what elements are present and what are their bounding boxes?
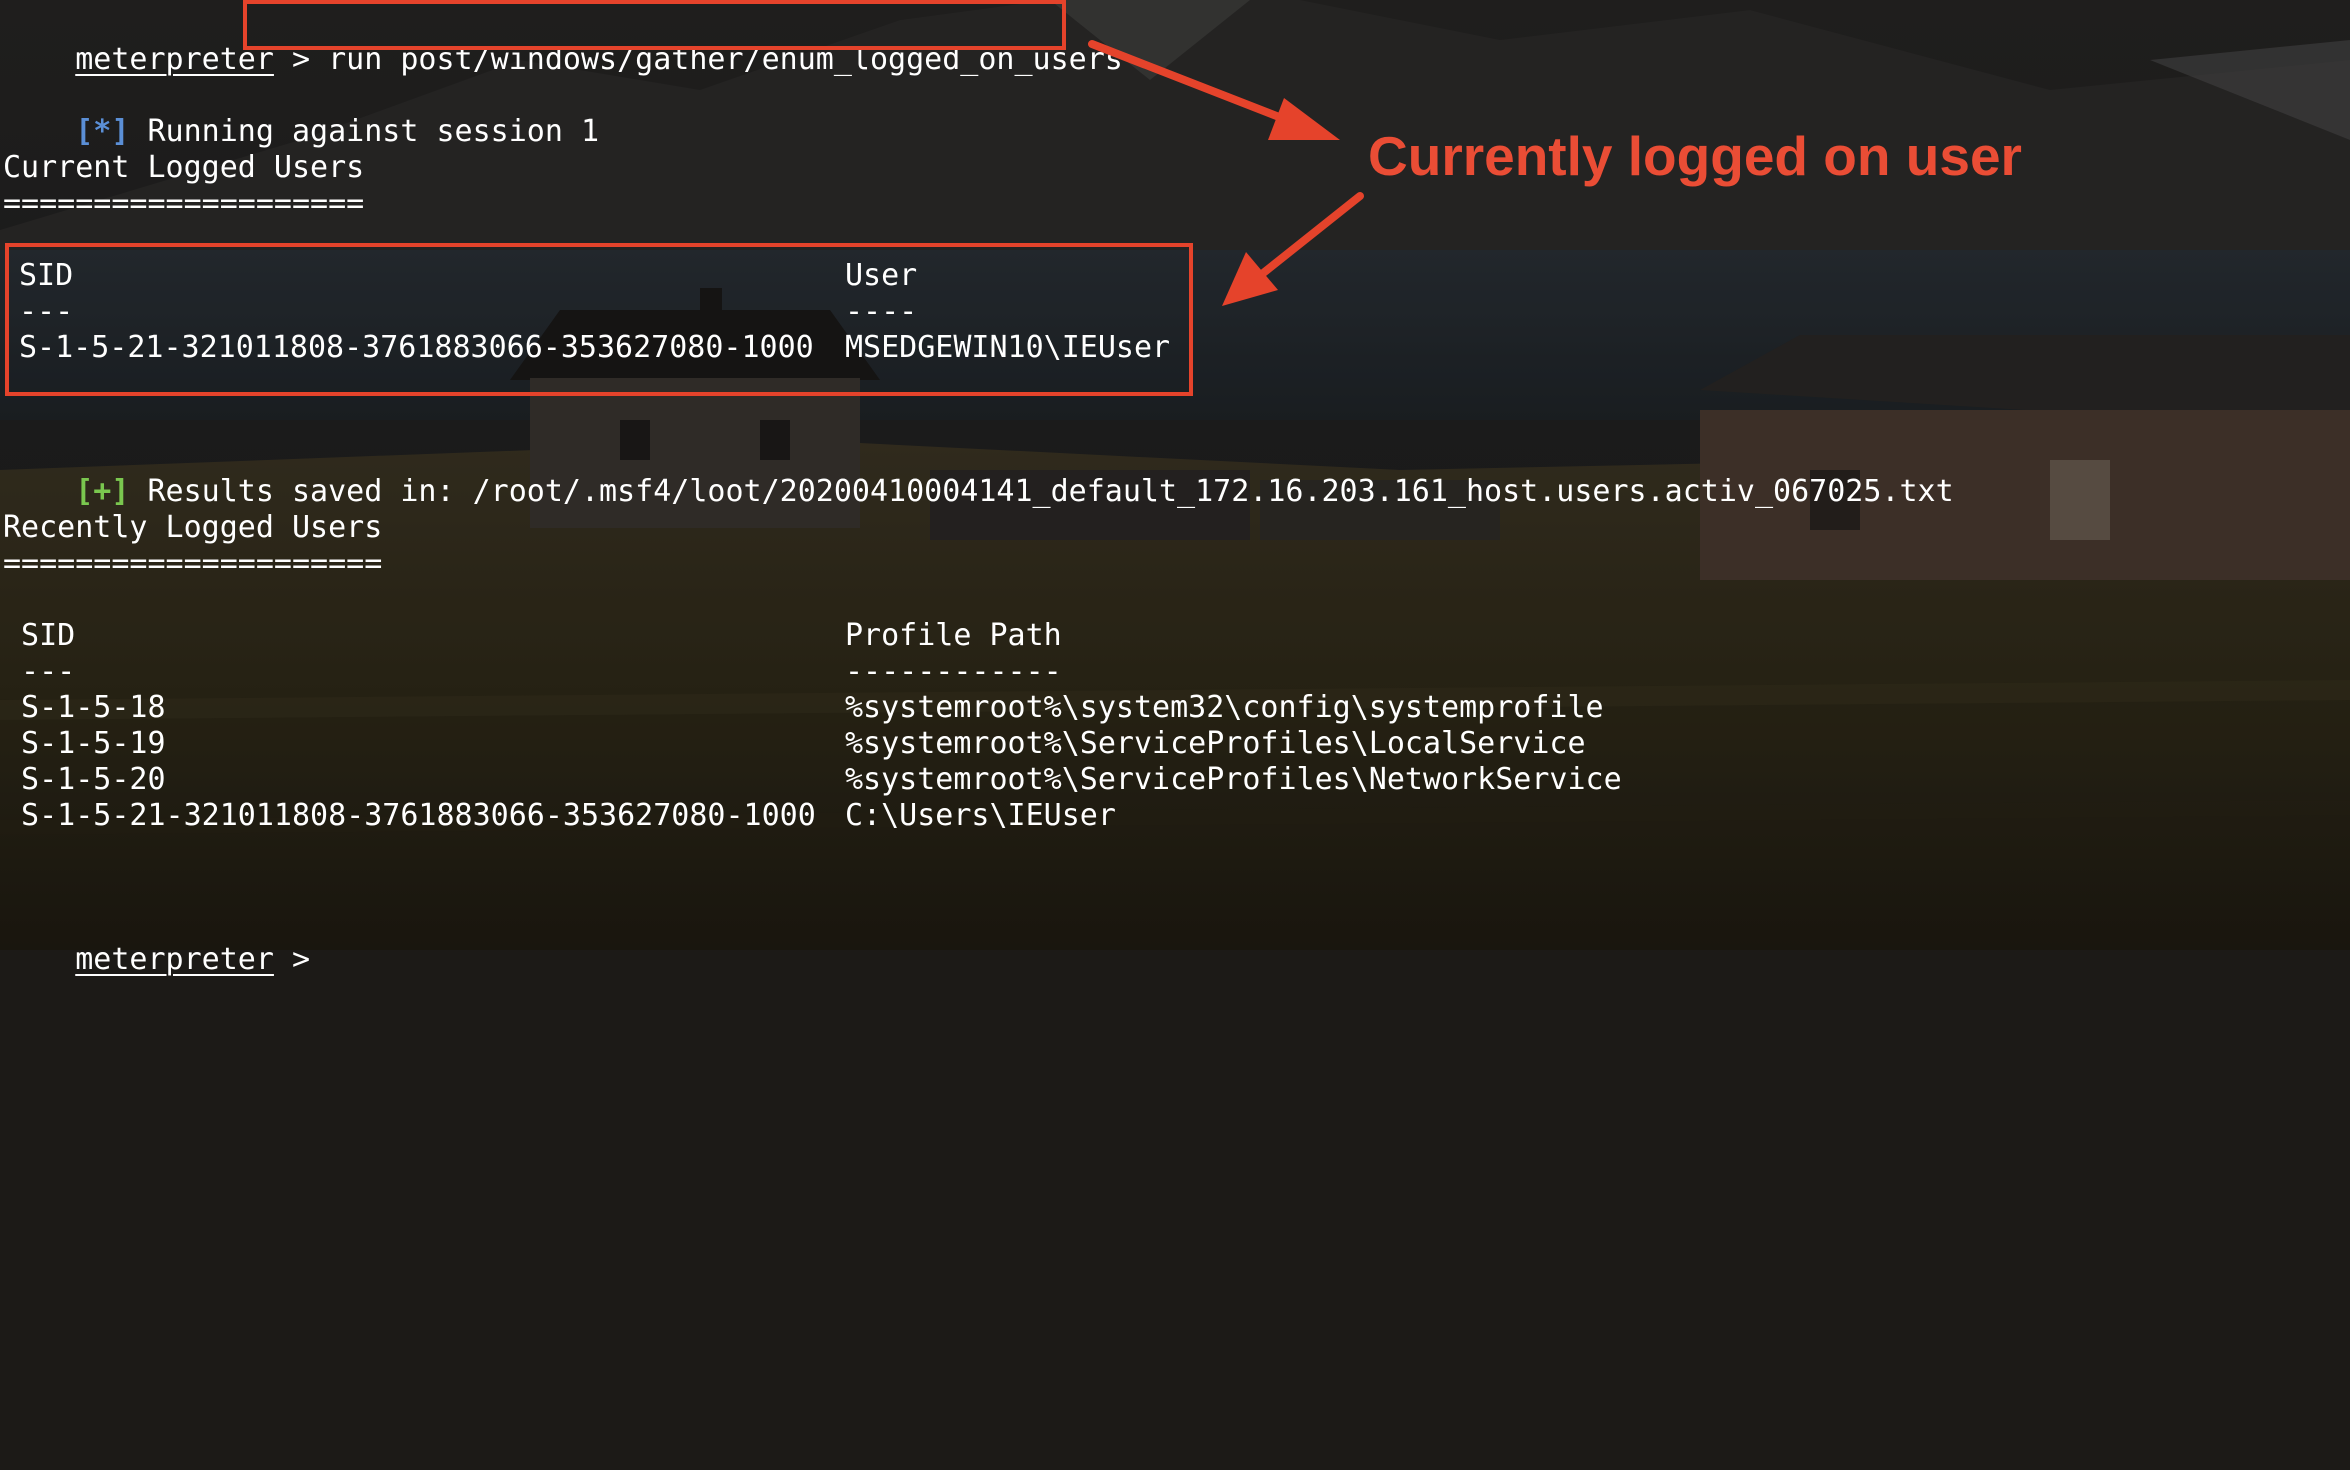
recent-row-sid: S-1-5-19 bbox=[3, 726, 166, 761]
current-section-underline: ==================== bbox=[3, 186, 365, 221]
recent-row-path: C:\Users\IEUser bbox=[845, 798, 1116, 833]
current-users-highlight-box bbox=[5, 243, 1193, 396]
prompt-name: meterpreter bbox=[75, 942, 274, 977]
recent-header-path: Profile Path bbox=[845, 618, 1062, 653]
recent-divider-sid: --- bbox=[3, 654, 76, 689]
status-saved-line: [+] Results saved in: /root/.msf4/loot/2… bbox=[3, 438, 1953, 509]
status-running-line: [*] Running against session 1 bbox=[3, 78, 599, 149]
final-prompt-line[interactable]: meterpreter > bbox=[3, 906, 310, 977]
recent-row-path: %systemroot%\system32\config\systemprofi… bbox=[845, 690, 1604, 725]
recent-divider-path: ------------ bbox=[845, 654, 1062, 689]
annotation-label: Currently logged on user bbox=[1368, 125, 2022, 187]
recent-row-sid: S-1-5-20 bbox=[3, 762, 166, 797]
current-section-title: Current Logged Users bbox=[3, 150, 365, 185]
command-highlight-box bbox=[243, 0, 1066, 50]
recent-section-title: Recently Logged Users bbox=[3, 510, 383, 545]
success-tag: [+] bbox=[75, 474, 130, 509]
prompt-symbol: > bbox=[292, 942, 311, 977]
recent-row-path: %systemroot%\ServiceProfiles\NetworkServ… bbox=[845, 762, 1622, 797]
recent-row-path: %systemroot%\ServiceProfiles\LocalServic… bbox=[845, 726, 1586, 761]
status-saved-text: Results saved in: /root/.msf4/loot/20200… bbox=[147, 474, 1954, 509]
recent-row-sid: S-1-5-18 bbox=[3, 690, 166, 725]
recent-section-underline: ===================== bbox=[3, 546, 383, 581]
status-running-text: Running against session 1 bbox=[147, 114, 600, 149]
info-tag: [*] bbox=[75, 114, 130, 149]
recent-header-sid: SID bbox=[3, 618, 76, 653]
recent-row-sid: S-1-5-21-321011808-3761883066-353627080-… bbox=[3, 798, 816, 833]
